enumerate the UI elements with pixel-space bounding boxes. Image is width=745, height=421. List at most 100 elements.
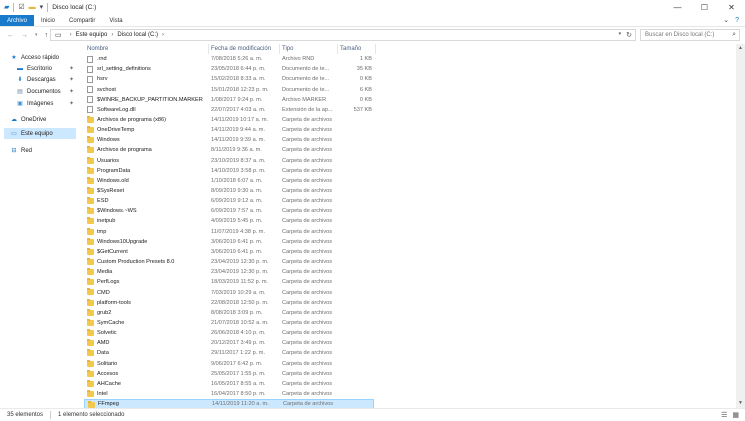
address-field[interactable]: ▭ › Este equipo › Disco local (C:) › ▾ ↻ — [50, 29, 636, 41]
file-row[interactable]: svchost 15/01/2018 12:23 p. m. Documento d… — [84, 84, 374, 94]
folder-row[interactable]: OneDriveTemp 14/11/2019 9:44 a. m. Carpeta… — [84, 125, 374, 135]
column-divider[interactable] — [208, 44, 209, 54]
file-row[interactable]: .rnd 7/08/2018 5:26 a. m. Archivo RND 1 KB — [84, 54, 374, 64]
folder-row[interactable]: AMD 20/12/2017 3:49 p. m. Carpeta de archi… — [84, 338, 374, 348]
scroll-down-arrow-icon[interactable]: ▼ — [736, 399, 745, 408]
vertical-scrollbar[interactable]: ▲ ▼ — [736, 44, 745, 408]
customize-toolbar-icon[interactable]: ▾ — [40, 0, 44, 15]
folder-icon — [87, 146, 94, 154]
tab-inicio[interactable]: Inicio — [34, 15, 62, 26]
file-name: Windows10Upgrade — [97, 238, 148, 245]
file-date: 8/08/2018 3:09 p. m. — [211, 309, 263, 316]
column-header-name[interactable]: Nombre — [87, 44, 108, 54]
folder-row[interactable]: Intel 16/04/2017 8:50 p. m. Carpeta de arc… — [84, 389, 374, 399]
folder-row[interactable]: Data 29/11/2017 1:22 p. m. Carpeta de arch… — [84, 348, 374, 358]
column-divider[interactable] — [375, 44, 376, 54]
nav-item-imagenes[interactable]: ▣ Imágenes ✦ — [16, 98, 76, 109]
refresh-icon[interactable]: ↻ — [626, 31, 632, 39]
tab-archivo[interactable]: Archivo — [0, 15, 35, 26]
file-row[interactable]: SoftwareLog.dll 22/07/2017 4:03 a. m. Exte… — [84, 105, 374, 115]
folder-icon — [87, 115, 94, 123]
folder-row[interactable]: Solitario 9/06/2017 6:42 p. m. Carpeta de … — [84, 359, 374, 369]
forward-arrow-icon[interactable]: → — [21, 32, 28, 39]
chevron-right-icon[interactable]: › — [111, 32, 113, 38]
quick-access-toolbar: ▰ ☑ ▬ ▾ — [0, 0, 49, 15]
folder-row[interactable]: Archivos de programa 8/11/2019 9:36 a. m.… — [84, 145, 374, 155]
folder-icon — [87, 349, 94, 357]
folder-row[interactable]: AHCache 16/05/2017 8:55 a. m. Carpeta de a… — [84, 379, 374, 389]
search-input[interactable]: Buscar en Disco local (C:) ⌕ — [640, 29, 740, 41]
pin-icon[interactable]: ✦ — [69, 100, 74, 107]
pin-icon[interactable]: ✦ — [69, 76, 74, 83]
minimize-button[interactable]: — — [664, 0, 691, 15]
file-row[interactable]: hsrv 15/02/2018 8:33 a. m. Documento de te… — [84, 74, 374, 84]
recent-locations-icon[interactable]: ▾ — [35, 32, 38, 39]
back-arrow-icon[interactable]: ← — [7, 32, 14, 39]
tab-vista[interactable]: Vista — [102, 15, 129, 26]
folder-row[interactable]: $GetCurrent 3/06/2019 6:41 p. m. Carpeta d… — [84, 247, 374, 257]
file-date: 23/05/2018 6:44 p. m. — [211, 66, 266, 73]
expand-ribbon-icon[interactable]: ⌄ — [723, 15, 729, 27]
column-divider[interactable] — [337, 44, 338, 54]
pin-icon[interactable]: ✦ — [69, 88, 74, 95]
maximize-button[interactable]: ☐ — [691, 0, 718, 15]
column-header-size[interactable]: Tamaño — [340, 44, 361, 54]
nav-item-escritorio[interactable]: ▬ Escritorio ✦ — [16, 63, 76, 74]
folder-row[interactable]: PerfLogs 18/03/2019 11:52 p. m. Carpeta de… — [84, 277, 374, 287]
folder-row[interactable]: Usuarios 23/10/2019 8:37 a. m. Carpeta de … — [84, 156, 374, 166]
up-arrow-icon[interactable]: ↑ — [45, 32, 49, 39]
file-type: Carpeta de archivos — [282, 116, 333, 123]
folder-row[interactable]: inetpub 4/09/2019 5:45 p. m. Carpeta de ar… — [84, 216, 374, 226]
folder-row[interactable]: Windows 14/11/2019 9:39 a. m. Carpeta de a… — [84, 135, 374, 145]
file-row[interactable]: $WINRE_BACKUP_PARTITION.MARKER 1/08/2017 … — [84, 95, 374, 105]
nav-item-onedrive[interactable]: ☁ OneDrive — [10, 114, 76, 125]
scroll-up-arrow-icon[interactable]: ▲ — [736, 44, 745, 53]
nav-item-acceso-rapido[interactable]: ★ Acceso rápido — [10, 52, 76, 63]
file-type: Carpeta de archivos — [282, 208, 333, 215]
chevron-right-icon[interactable]: › — [70, 32, 72, 38]
folder-row[interactable]: ESD 6/09/2019 9:12 a. m. Carpeta de archiv… — [84, 196, 374, 206]
pin-icon[interactable]: ✦ — [69, 65, 74, 72]
column-divider[interactable] — [279, 44, 280, 54]
file-list: .rnd 7/08/2018 5:26 a. m. Archivo RND 1 KB s… — [84, 54, 376, 409]
folder-row[interactable]: Windows10Upgrade 3/06/2019 6:41 p. m. Carp… — [84, 237, 374, 247]
file-row[interactable]: srl_setting_definitions 23/05/2018 6:44 p… — [84, 64, 374, 74]
folder-row[interactable]: $Windows.~WS 6/09/2019 7:57 a. m. Carpeta … — [84, 206, 374, 216]
tab-compartir[interactable]: Compartir — [62, 15, 102, 26]
folder-row[interactable]: SymCache 21/07/2018 10:52 a. m. Carpeta de… — [84, 318, 374, 328]
folder-row[interactable]: platform-tools 22/08/2018 12:50 p. m. Carp… — [84, 298, 374, 308]
file-date: 7/03/2019 10:29 a. m. — [211, 289, 266, 296]
column-header-date[interactable]: Fecha de modificación — [211, 44, 271, 54]
folder-row[interactable]: ProgramData 14/10/2019 3:58 p. m. Carpeta … — [84, 166, 374, 176]
nav-item-descargas[interactable]: ⬇ Descargas ✦ — [16, 74, 76, 85]
folder-row[interactable]: Accesos 25/05/2017 1:55 p. m. Carpeta de a… — [84, 369, 374, 379]
folder-row[interactable]: grub2 8/08/2018 3:09 p. m. Carpeta de arch… — [84, 308, 374, 318]
details-view-icon[interactable]: ☰ — [721, 411, 727, 419]
file-name: SoftwareLog.dll — [97, 106, 136, 113]
nav-item-label: Red — [21, 147, 33, 154]
nav-item-red[interactable]: ⊟ Red — [10, 145, 76, 156]
breadcrumb-disco-local[interactable]: Disco local (C:) — [117, 32, 158, 38]
help-icon[interactable]: ? — [735, 15, 739, 27]
folder-row[interactable]: Media 23/04/2019 12:30 p. m. Carpeta de ar… — [84, 267, 374, 277]
folder-row[interactable]: Archivos de programa (x86) 14/11/2019 10:… — [84, 115, 374, 125]
new-folder-icon[interactable]: ▬ — [29, 0, 36, 15]
column-header-type[interactable]: Tipo — [282, 44, 293, 54]
file-name: $SysReset — [97, 188, 125, 194]
folder-row[interactable]: $SysReset 8/09/2019 9:30 a. m. Carpeta de … — [84, 186, 374, 196]
nav-item-este-equipo[interactable]: ▭ Este equipo — [4, 128, 76, 139]
chevron-right-icon[interactable]: › — [162, 32, 164, 38]
nav-item-label: OneDrive — [21, 116, 47, 123]
large-icons-view-icon[interactable]: ▦ — [732, 411, 739, 419]
breadcrumb-este-equipo[interactable]: Este equipo — [76, 32, 108, 38]
folder-row[interactable]: CMD 7/03/2019 10:29 a. m. Carpeta de archi… — [84, 287, 374, 297]
chevron-down-icon[interactable]: ▾ — [619, 31, 622, 39]
folder-row[interactable]: Solvetic 26/06/2018 4:10 p. m. Carpeta de … — [84, 328, 374, 338]
close-button[interactable]: ✕ — [718, 0, 745, 15]
folder-row[interactable]: tmp 11/07/2019 4:38 p. m. Carpeta de archi… — [84, 227, 374, 237]
folder-row[interactable]: Windows.old 1/10/2018 6:07 a. m. Carpeta d… — [84, 176, 374, 186]
file-date: 18/03/2019 11:52 p. m. — [211, 279, 269, 286]
properties-icon[interactable]: ☑ — [18, 0, 24, 15]
nav-item-documentos[interactable]: ▤ Documentos ✦ — [16, 86, 76, 97]
folder-row[interactable]: Custom Production Presets 8.0 23/04/2019 … — [84, 257, 374, 267]
